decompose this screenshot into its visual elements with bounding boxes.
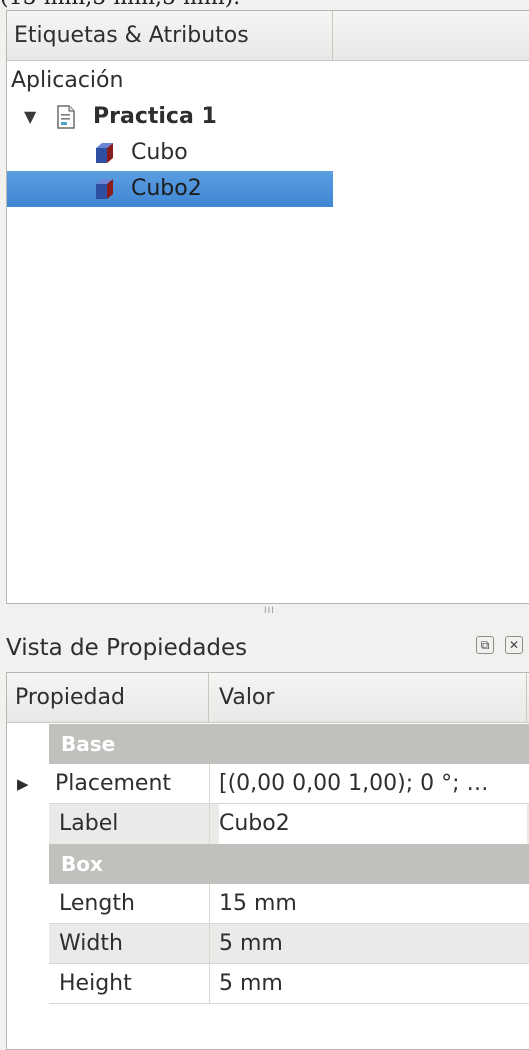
property-view-title: Vista de Propiedades xyxy=(6,635,248,661)
tree-root-application[interactable]: Aplicación xyxy=(7,63,333,99)
cube-icon xyxy=(96,179,113,199)
expand-down-icon[interactable]: ▼ xyxy=(24,99,36,135)
property-row-height[interactable]: Height 5 mm xyxy=(49,964,529,1004)
property-row-placement[interactable]: ▶ Placement [(0,00 0,00 1,00); 0 °; … xyxy=(17,764,529,804)
property-value[interactable]: 5 mm xyxy=(219,964,527,1004)
tree-header-labels-column[interactable]: Etiquetas & Atributos xyxy=(7,11,333,60)
expand-right-icon[interactable]: ▶ xyxy=(17,764,29,804)
panel-splitter-handle[interactable]: III xyxy=(6,604,529,620)
property-group-box[interactable]: Box xyxy=(49,844,529,884)
property-value[interactable]: 5 mm xyxy=(219,924,527,964)
column-header-property[interactable]: Propiedad xyxy=(7,673,209,722)
tree-item-document[interactable]: ▼ Practica 1 xyxy=(7,99,333,135)
tree-view-panel[interactable]: Etiquetas & Atributos Aplicación ▼ Pract… xyxy=(6,10,529,604)
close-panel-icon[interactable]: ✕ xyxy=(505,636,523,654)
property-row-width[interactable]: Width 5 mm xyxy=(49,924,529,964)
tree-header: Etiquetas & Atributos xyxy=(7,11,529,61)
grip-icon: III xyxy=(264,606,275,616)
tree-item-cubo[interactable]: Cubo xyxy=(7,135,333,171)
property-view-panel[interactable]: Propiedad Valor Base ▶ Placement [(0,00 … xyxy=(6,672,529,1050)
column-header-value[interactable]: Valor xyxy=(209,673,527,722)
property-value[interactable]: [(0,00 0,00 1,00); 0 °; … xyxy=(219,764,527,804)
property-table-header: Propiedad Valor xyxy=(7,673,529,723)
cut-off-text-fragment: (15 mm,5 mm,5 mm). xyxy=(0,0,529,10)
property-row-label[interactable]: Label Cubo2 xyxy=(49,804,529,844)
cube-icon xyxy=(96,143,113,163)
document-icon xyxy=(57,105,75,129)
property-row-length[interactable]: Length 15 mm xyxy=(49,884,529,924)
property-value[interactable]: 15 mm xyxy=(219,884,527,924)
property-value[interactable]: Cubo2 xyxy=(219,804,527,844)
property-group-base[interactable]: Base xyxy=(49,724,529,764)
float-panel-icon[interactable]: ⧉ xyxy=(476,636,494,654)
tree-item-cubo2[interactable]: Cubo2 xyxy=(7,171,333,207)
